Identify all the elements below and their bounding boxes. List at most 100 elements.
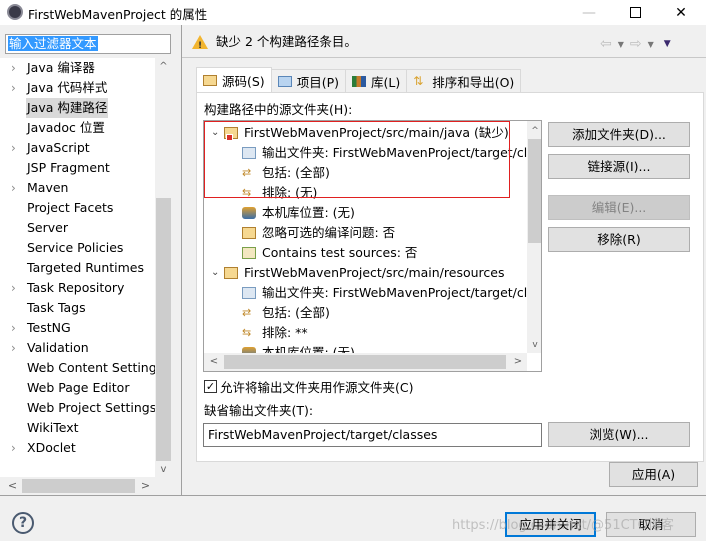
sidebar-item[interactable]: JSP Fragment bbox=[0, 158, 155, 178]
scroll-thumb[interactable] bbox=[156, 198, 171, 461]
sidebar-item[interactable]: Targeted Runtimes bbox=[0, 258, 155, 278]
sidebar-item-label: Task Repository bbox=[27, 280, 125, 295]
back-dropdown-icon[interactable]: ▼ bbox=[618, 40, 624, 49]
preference-tree-hscrollbar[interactable]: < > bbox=[0, 477, 172, 495]
chevron-right-icon[interactable]: › bbox=[11, 178, 16, 198]
source-folder-tree[interactable]: ⌄ FirstWebMavenProject/src/main/java (缺少)… bbox=[203, 120, 542, 372]
tab-label: 项目(P) bbox=[296, 74, 339, 90]
chevron-right-icon[interactable]: › bbox=[11, 78, 16, 98]
filter-input[interactable]: 输入过滤器文本 bbox=[5, 34, 171, 54]
header-separator bbox=[182, 57, 706, 58]
sidebar-item[interactable]: › Validation bbox=[0, 338, 155, 358]
tree-node-label: 忽略可选的编译问题: 否 bbox=[262, 225, 396, 240]
scroll-right-icon[interactable]: > bbox=[137, 477, 154, 495]
tab-source[interactable]: 源码(S) bbox=[196, 67, 272, 92]
sidebar-item[interactable]: Web Content Settings bbox=[0, 358, 163, 378]
tab-label: 库(L) bbox=[371, 74, 401, 90]
library-icon bbox=[352, 75, 366, 87]
sidebar-item[interactable]: WikiText bbox=[0, 418, 155, 438]
sidebar-item-label: TestNG bbox=[27, 320, 71, 335]
scroll-thumb[interactable] bbox=[22, 479, 135, 493]
sidebar-item[interactable]: Javadoc 位置 bbox=[0, 118, 155, 138]
source-folder-icon bbox=[224, 267, 238, 279]
sidebar-item[interactable]: Web Page Editor bbox=[0, 378, 155, 398]
sidebar-item[interactable]: Task Tags bbox=[0, 298, 155, 318]
cancel-button[interactable]: 取消 bbox=[606, 512, 696, 537]
chevron-right-icon[interactable]: › bbox=[11, 318, 16, 338]
back-icon[interactable]: ⇦ bbox=[600, 36, 612, 52]
allow-output-folders-option[interactable]: ✓ 允许将输出文件夹用作源文件夹(C) bbox=[204, 377, 413, 396]
chevron-right-icon[interactable]: › bbox=[11, 338, 16, 358]
sidebar-item[interactable]: › Task Repository bbox=[0, 278, 155, 298]
expand-twisty-icon[interactable]: ⌄ bbox=[211, 263, 219, 283]
help-icon[interactable]: ? bbox=[12, 512, 34, 534]
sidebar-item[interactable]: › Java 编译器 bbox=[0, 58, 155, 78]
browse-button[interactable]: 浏览(W)... bbox=[548, 422, 690, 447]
view-menu-icon[interactable]: ▼ bbox=[664, 39, 671, 49]
sidebar-item[interactable]: Service Policies bbox=[0, 238, 155, 258]
source-tree-vscrollbar[interactable]: ^ v bbox=[527, 121, 541, 353]
history-navigation: ⇦ ▼ ⇨ ▼ ▼ bbox=[600, 36, 671, 52]
tab-order-export[interactable]: ⇅ 排序和导出(O) bbox=[406, 69, 522, 92]
sidebar-item[interactable]: Web Project Settings bbox=[0, 398, 157, 418]
sidebar-item[interactable]: › JavaScript bbox=[0, 138, 155, 158]
tree-node-label: FirstWebMavenProject/src/main/resources bbox=[244, 265, 505, 280]
source-tree-hscrollbar[interactable]: < > bbox=[204, 353, 527, 371]
minimize-button[interactable]: — bbox=[566, 0, 612, 25]
tab-bar: 源码(S) 项目(P) 库(L) ⇅ 排序和导出(O) bbox=[196, 67, 522, 92]
scroll-thumb[interactable] bbox=[528, 139, 541, 243]
sidebar-item-label: Service Policies bbox=[27, 240, 124, 255]
apply-button[interactable]: 应用(A) bbox=[609, 462, 698, 487]
output-folder-icon bbox=[242, 287, 256, 299]
maximize-icon bbox=[629, 7, 641, 18]
tab-libraries[interactable]: 库(L) bbox=[345, 69, 408, 92]
sidebar-item-label: Web Project Settings bbox=[27, 400, 157, 415]
scroll-down-icon[interactable]: v bbox=[155, 461, 172, 478]
filter-input-value: 输入过滤器文本 bbox=[8, 36, 98, 51]
inclusion-icon: ⇄ bbox=[242, 166, 252, 179]
chevron-right-icon[interactable]: › bbox=[11, 58, 16, 78]
scroll-up-icon[interactable]: ^ bbox=[155, 58, 172, 75]
forward-dropdown-icon[interactable]: ▼ bbox=[648, 40, 654, 49]
sidebar-item-label: Web Content Settings bbox=[27, 360, 164, 375]
chevron-right-icon[interactable]: › bbox=[11, 278, 16, 298]
warning-icon bbox=[192, 35, 208, 55]
sidebar-item[interactable]: Project Facets bbox=[0, 198, 155, 218]
maximize-button[interactable] bbox=[612, 0, 658, 25]
scroll-left-icon[interactable]: < bbox=[4, 477, 21, 495]
sidebar-item-label: Java 构建路径 bbox=[26, 98, 109, 118]
scroll-up-icon[interactable]: ^ bbox=[527, 123, 541, 139]
eclipse-app-icon bbox=[7, 4, 23, 20]
scroll-down-icon[interactable]: v bbox=[527, 337, 541, 353]
chevron-right-icon[interactable]: › bbox=[11, 438, 16, 458]
scroll-left-icon[interactable]: < bbox=[206, 353, 222, 371]
expand-twisty-icon[interactable]: ⌄ bbox=[211, 123, 219, 143]
inclusion-icon: ⇄ bbox=[242, 306, 252, 319]
sidebar-item[interactable]: Server bbox=[0, 218, 155, 238]
preference-tree: › Java 编译器 › Java 代码样式 Java 构建路径 Javadoc 位置 › J… bbox=[0, 58, 172, 478]
add-folder-button[interactable]: 添加文件夹(D)... bbox=[548, 122, 690, 147]
apply-and-close-button[interactable]: 应用并关闭 bbox=[505, 512, 596, 537]
preference-tree-vscrollbar[interactable]: ^ v bbox=[155, 58, 172, 478]
allow-output-folders-checkbox[interactable]: ✓ bbox=[204, 380, 217, 393]
default-output-label: 缺省输出文件夹(T): bbox=[204, 403, 314, 418]
tab-projects[interactable]: 项目(P) bbox=[270, 69, 346, 92]
sidebar-item[interactable]: › TestNG bbox=[0, 318, 155, 338]
chevron-right-icon[interactable]: › bbox=[11, 138, 16, 158]
test-sources-icon bbox=[242, 247, 256, 259]
sidebar-item-label: Validation bbox=[27, 340, 89, 355]
pane-divider[interactable] bbox=[181, 25, 182, 495]
scroll-right-icon[interactable]: > bbox=[510, 353, 526, 371]
forward-icon[interactable]: ⇨ bbox=[630, 36, 642, 52]
exclusion-icon: ⇆ bbox=[242, 326, 252, 339]
link-source-button[interactable]: 链接源(I)... bbox=[548, 154, 690, 179]
sidebar-item[interactable]: Java 构建路径 bbox=[0, 98, 155, 118]
remove-button[interactable]: 移除(R) bbox=[548, 227, 690, 252]
scroll-thumb[interactable] bbox=[224, 355, 506, 369]
sidebar-item[interactable]: › XDoclet bbox=[0, 438, 155, 458]
edit-button[interactable]: 编辑(E)... bbox=[548, 195, 690, 220]
sidebar-item[interactable]: › Java 代码样式 bbox=[0, 78, 155, 98]
close-button[interactable]: ✕ bbox=[658, 0, 704, 25]
sidebar-item[interactable]: › Maven bbox=[0, 178, 155, 198]
default-output-input[interactable]: FirstWebMavenProject/target/classes bbox=[203, 423, 542, 447]
